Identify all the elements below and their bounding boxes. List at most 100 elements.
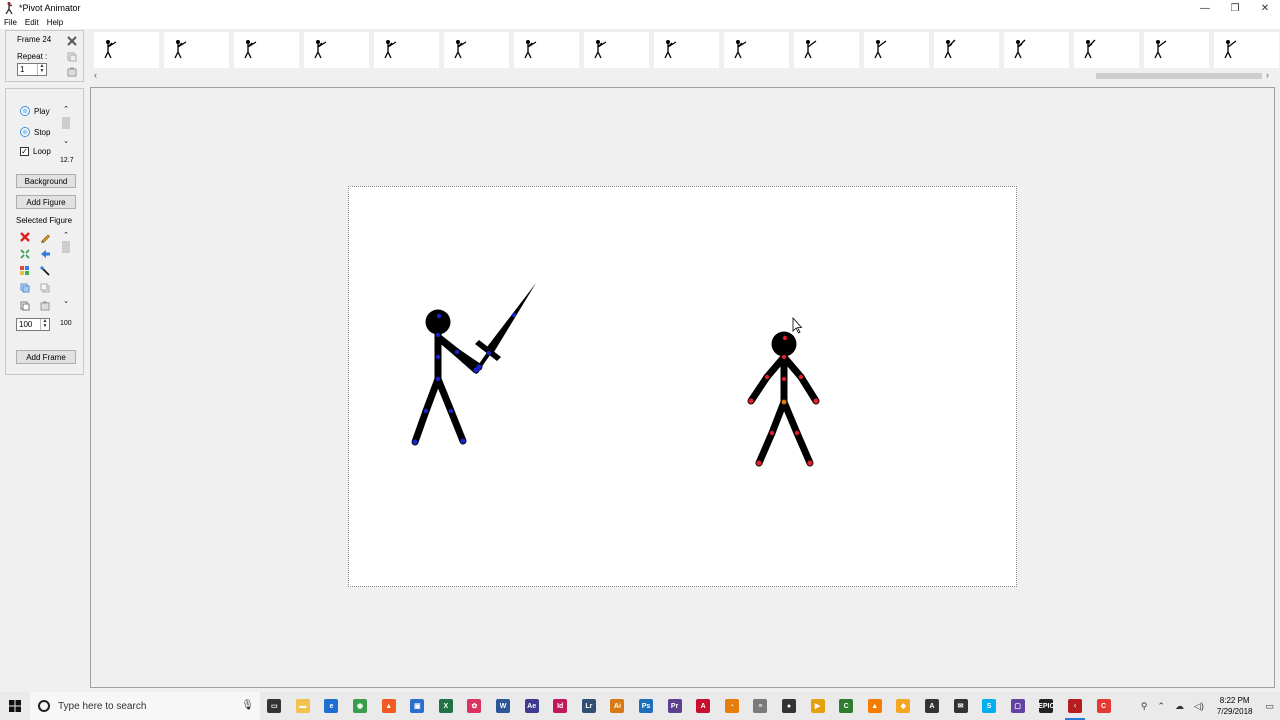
- bring-to-front-icon[interactable]: [19, 282, 31, 294]
- taskbar-acrobat-icon[interactable]: A: [689, 692, 718, 720]
- volume-icon[interactable]: ◁): [1194, 701, 1204, 712]
- taskbar-skype-icon[interactable]: S: [975, 692, 1004, 720]
- taskbar-illustrator-icon[interactable]: Ai: [603, 692, 632, 720]
- speed-slider-thumb[interactable]: [62, 117, 70, 129]
- checkmark-icon[interactable]: ✓: [20, 147, 29, 156]
- frame-thumbnail[interactable]: [794, 32, 859, 68]
- restore-button[interactable]: ❐: [1220, 0, 1250, 16]
- taskbar-after-effects-icon[interactable]: Ae: [517, 692, 546, 720]
- frame-thumbnail[interactable]: [304, 32, 369, 68]
- taskbar-clock[interactable]: 8:22 PM 7/29/2018: [1217, 695, 1253, 717]
- frame-thumbnail[interactable]: [654, 32, 719, 68]
- speed-up-icon[interactable]: ⌃: [61, 105, 71, 113]
- frame-thumbnail[interactable]: [234, 32, 299, 68]
- frame-thumbnail[interactable]: [864, 32, 929, 68]
- stickman-standing[interactable]: [747, 331, 820, 467]
- paste-frame-icon[interactable]: [66, 66, 77, 77]
- people-icon[interactable]: ⚲: [1141, 701, 1148, 712]
- frame-thumbnail[interactable]: [584, 32, 649, 68]
- repeat-stepper[interactable]: 1 ▲ ▼: [17, 63, 47, 76]
- taskbar-lightroom-icon[interactable]: Lr: [575, 692, 604, 720]
- frame-thumbnail[interactable]: [514, 32, 579, 68]
- taskbar-chrome-icon[interactable]: ◉: [346, 692, 375, 720]
- edit-segment-icon[interactable]: [39, 265, 51, 277]
- scroll-left-icon[interactable]: ‹: [94, 70, 97, 80]
- flip-figure-icon[interactable]: [39, 248, 51, 260]
- scale-down-icon[interactable]: ⌄: [61, 297, 71, 305]
- taskbar-search[interactable]: Type here to search 🎙: [30, 692, 260, 720]
- taskbar-photoshop-icon[interactable]: Ps: [632, 692, 661, 720]
- frame-thumbnail[interactable]: [444, 32, 509, 68]
- stepper-arrows-icon[interactable]: ▲ ▼: [37, 64, 46, 75]
- frame-thumbnail[interactable]: [724, 32, 789, 68]
- menu-help[interactable]: Help: [43, 18, 67, 27]
- stepper-arrows-icon[interactable]: ▲ ▼: [40, 319, 49, 330]
- taskbar-pivot-animator-icon[interactable]: ᚲ: [1061, 692, 1090, 720]
- taskbar-obs-icon[interactable]: ●: [775, 692, 804, 720]
- center-figure-icon[interactable]: [19, 248, 31, 260]
- frame-thumbnail[interactable]: [934, 32, 999, 68]
- send-to-back-icon[interactable]: [39, 282, 51, 294]
- taskbar-premiere-icon[interactable]: Pr: [660, 692, 689, 720]
- taskbar-excel-icon[interactable]: X: [432, 692, 461, 720]
- speed-down-icon[interactable]: ⌄: [61, 137, 71, 145]
- delete-figure-icon[interactable]: [19, 231, 31, 243]
- close-button[interactable]: ✕: [1250, 0, 1280, 16]
- minimize-button[interactable]: —: [1190, 0, 1220, 16]
- frame-thumbnail[interactable]: [1144, 32, 1209, 68]
- taskbar-file-explorer-icon[interactable]: ▬: [289, 692, 318, 720]
- copy-frame-icon[interactable]: [66, 51, 77, 62]
- start-button[interactable]: [0, 692, 30, 720]
- taskbar-mail-icon[interactable]: ✉: [946, 692, 975, 720]
- microphone-icon[interactable]: 🎙: [241, 700, 254, 711]
- taskbar-notepad-icon[interactable]: ≡: [746, 692, 775, 720]
- stickman-with-sword[interactable]: [411, 283, 536, 446]
- taskbar-blender-icon[interactable]: ◔: [718, 692, 747, 720]
- taskbar-camtasia-icon[interactable]: C: [832, 692, 861, 720]
- taskbar-plex-icon[interactable]: ▶: [803, 692, 832, 720]
- color-figure-icon[interactable]: [19, 265, 31, 277]
- frame-thumbnail[interactable]: [374, 32, 439, 68]
- scrollbar-thumb[interactable]: [1096, 73, 1262, 79]
- show-hidden-icons-icon[interactable]: ⌃: [1157, 701, 1165, 712]
- filmstrip-scrollbar[interactable]: ‹ ›: [90, 70, 1274, 81]
- add-figure-button[interactable]: Add Figure: [16, 195, 76, 209]
- network-icon[interactable]: ☁: [1175, 701, 1184, 712]
- background-button[interactable]: Background: [16, 174, 76, 188]
- loop-checkbox[interactable]: ✓ Loop: [20, 147, 51, 156]
- taskbar-task-view-icon[interactable]: ▭: [260, 692, 289, 720]
- scale-slider-thumb[interactable]: [62, 241, 70, 253]
- frame-thumbnail[interactable]: [1074, 32, 1139, 68]
- taskbar-edge-icon[interactable]: e: [317, 692, 346, 720]
- play-radio-icon[interactable]: [20, 106, 30, 116]
- taskbar-epic-icon[interactable]: EPIC: [1032, 692, 1061, 720]
- speed-slider[interactable]: ⌃ ⌄: [61, 105, 71, 155]
- notifications-icon[interactable]: ▭: [1265, 701, 1274, 712]
- stop-radio-icon[interactable]: [20, 127, 30, 137]
- menu-edit[interactable]: Edit: [21, 18, 43, 27]
- stop-radio[interactable]: Stop: [20, 127, 50, 137]
- taskbar-word-icon[interactable]: W: [489, 692, 518, 720]
- frame-thumbnail[interactable]: [1214, 32, 1279, 68]
- frame-thumbnail[interactable]: [94, 32, 159, 68]
- frame-thumbnail[interactable]: [1004, 32, 1069, 68]
- paste-figure-icon[interactable]: [39, 300, 51, 312]
- taskbar-store-icon[interactable]: ▣: [403, 692, 432, 720]
- scale-stepper[interactable]: 100 ▲ ▼: [16, 318, 50, 331]
- taskbar-indesign-icon[interactable]: Id: [546, 692, 575, 720]
- edit-figure-pencil-icon[interactable]: [39, 231, 51, 243]
- menu-file[interactable]: File: [0, 18, 21, 27]
- cortana-circle-icon[interactable]: [38, 700, 50, 712]
- play-radio[interactable]: Play: [20, 106, 50, 116]
- scroll-right-icon[interactable]: ›: [1266, 70, 1269, 80]
- taskbar-twitch-icon[interactable]: ▢: [1003, 692, 1032, 720]
- taskbar-davinci-icon[interactable]: ✿: [460, 692, 489, 720]
- taskbar-camtasia-recorder-icon[interactable]: C: [1089, 692, 1118, 720]
- animation-canvas[interactable]: [348, 186, 1017, 587]
- delete-frame-icon[interactable]: [66, 35, 77, 46]
- frame-thumbnail[interactable]: [164, 32, 229, 68]
- copy-figure-icon[interactable]: [19, 300, 31, 312]
- add-frame-button[interactable]: Add Frame: [16, 350, 76, 364]
- taskbar-brave-icon[interactable]: ▲: [374, 692, 403, 720]
- figure-scale-slider[interactable]: ⌃ ⌄: [61, 231, 71, 311]
